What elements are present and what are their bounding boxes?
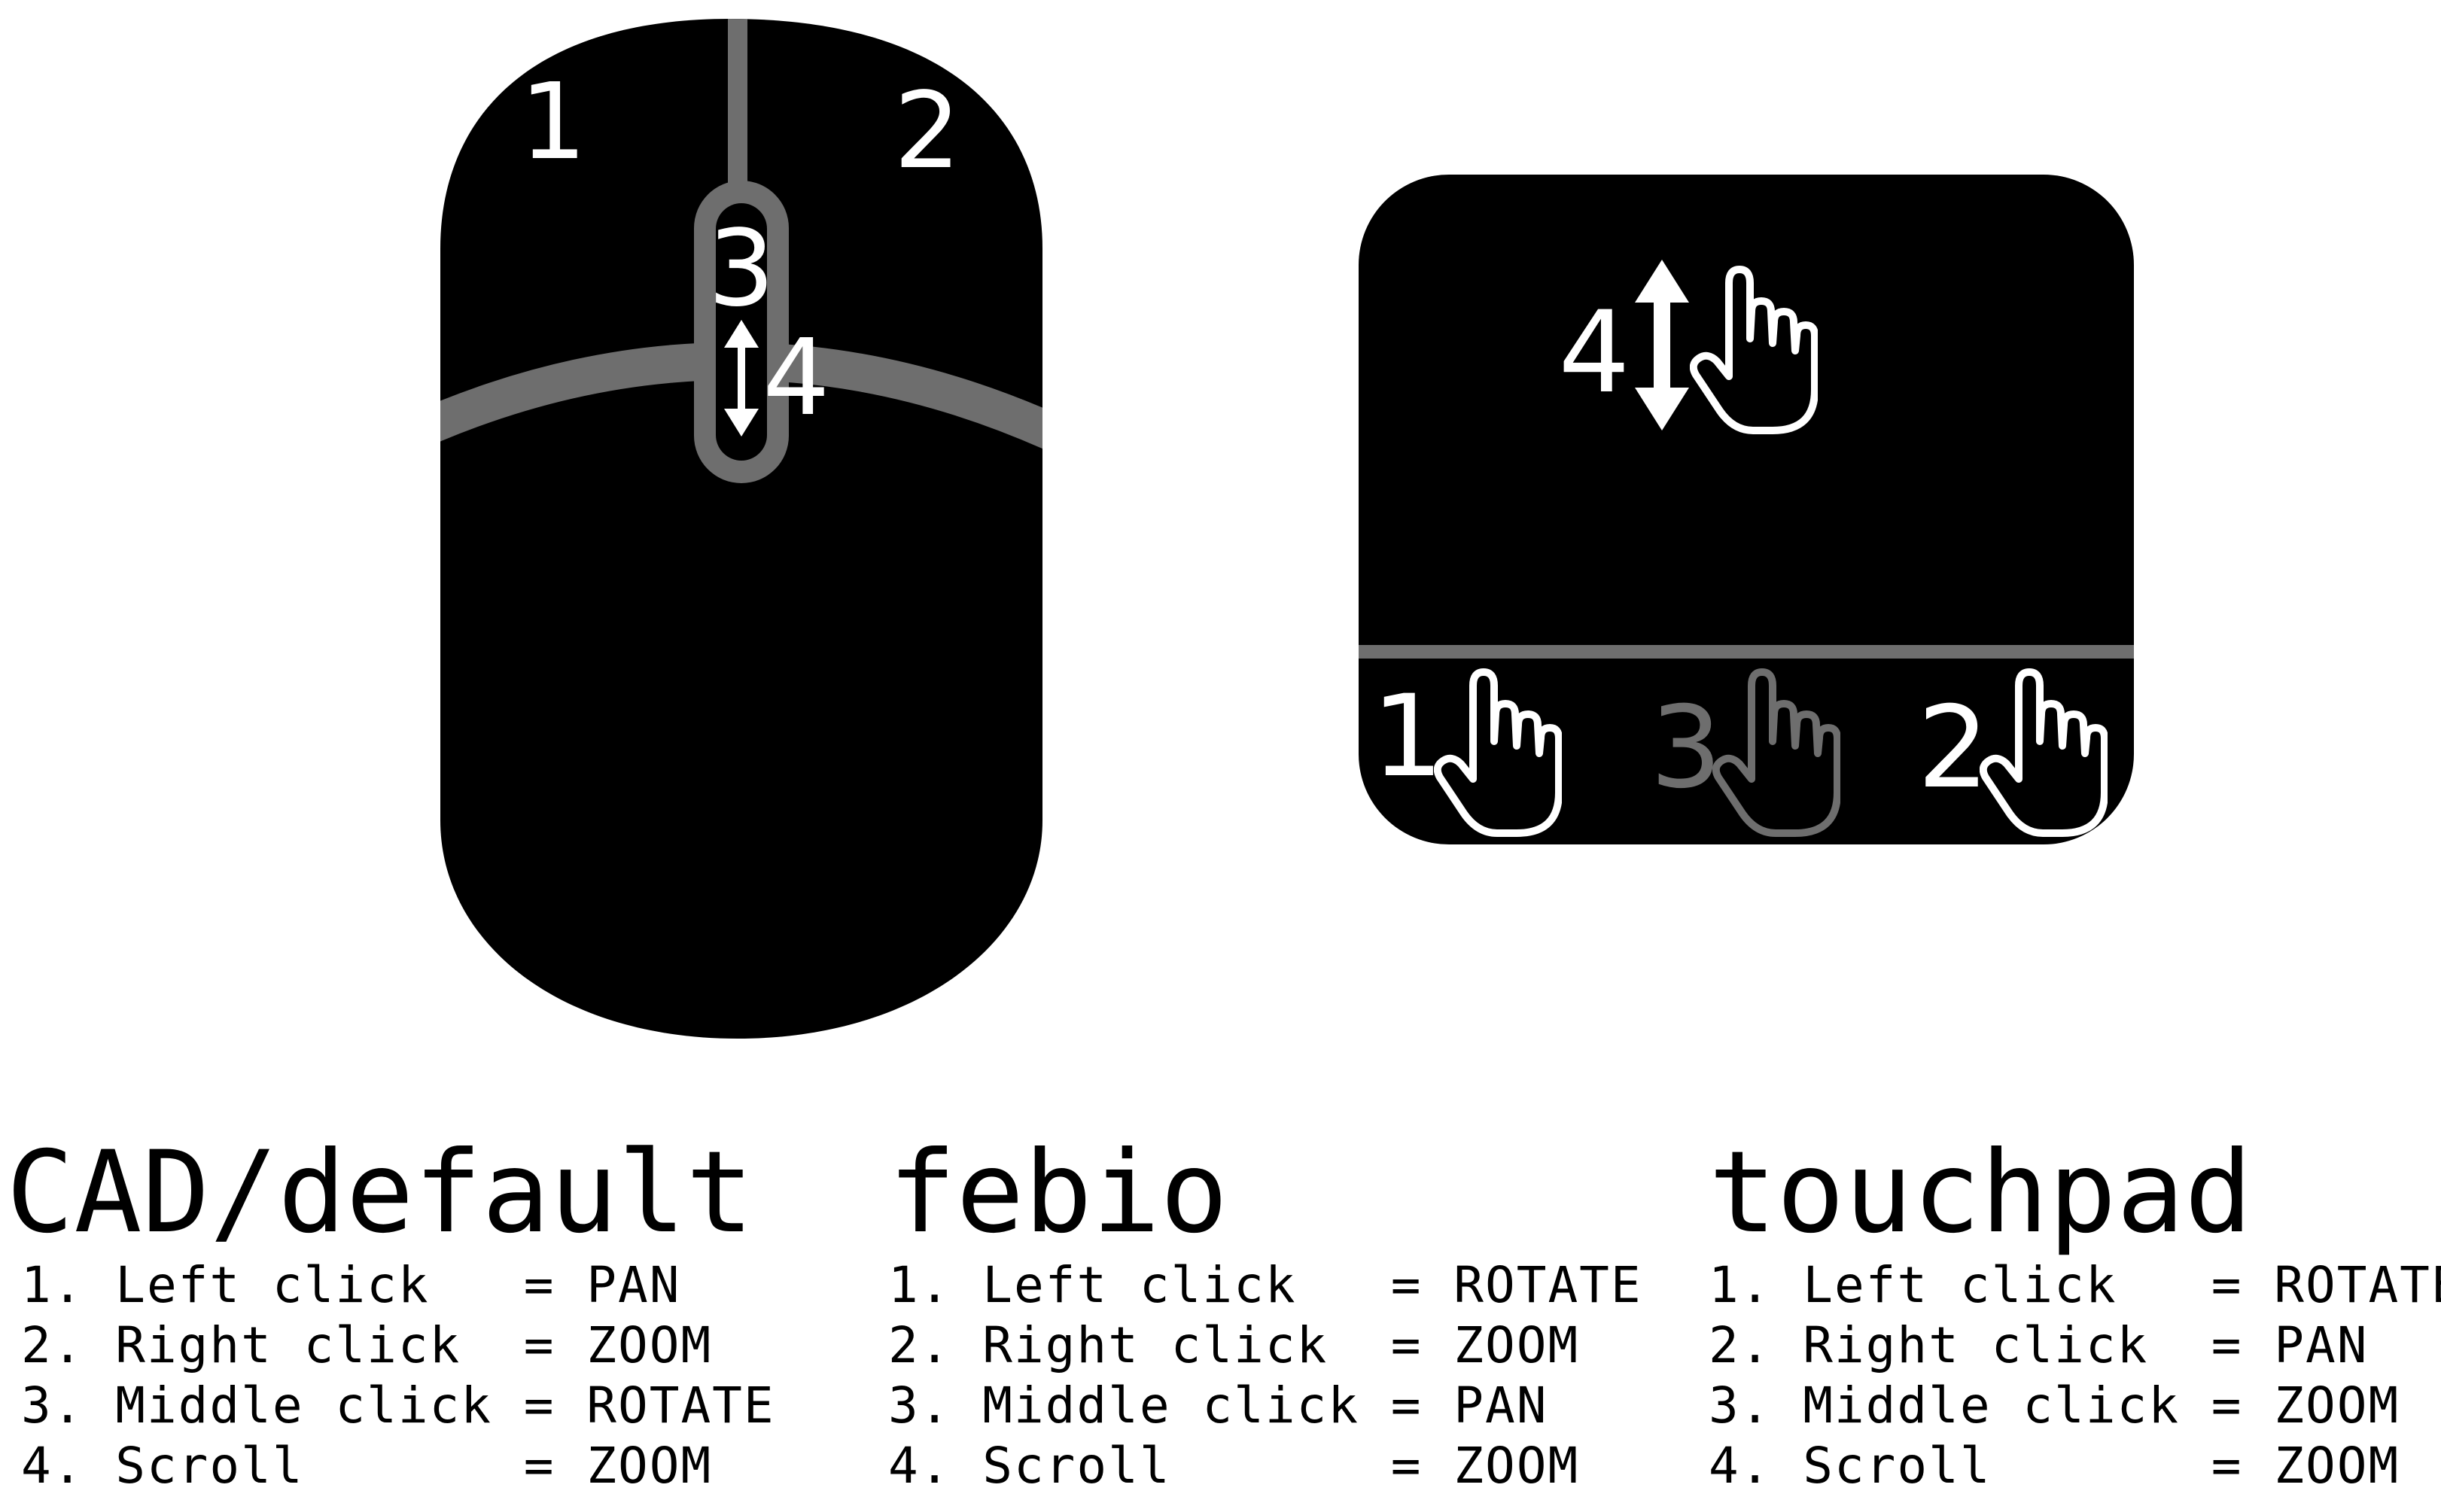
legend-line: 3. Middle click = ROTATE bbox=[21, 1377, 775, 1434]
legend-touchpad: touchpad 1. Left click = ROTATE 2. Right… bbox=[1709, 1136, 2441, 1496]
mouse-diagram: 1 2 3 4 bbox=[440, 19, 1042, 1039]
touchpad-label-scroll: 4 bbox=[1558, 287, 1630, 418]
touchpad-button-divider bbox=[1359, 645, 2134, 659]
legend-line: 4. Scroll = ZOOM bbox=[1709, 1437, 2400, 1495]
legend-line: 4. Scroll = ZOOM bbox=[888, 1437, 1580, 1495]
mouse-label-middle: 3 bbox=[708, 208, 775, 330]
legend-line: 1. Left click = ROTATE bbox=[1709, 1256, 2441, 1314]
legend-line: 3. Middle click = ZOOM bbox=[1709, 1377, 2400, 1434]
legend-line: 2. Right click = PAN bbox=[1709, 1316, 2369, 1374]
legend-title: febio bbox=[888, 1127, 1228, 1258]
input-devices-illustration: 1 2 3 4 4 1 3 2 bbox=[440, 19, 2134, 1039]
legend-line: 3. Middle click = PAN bbox=[888, 1377, 1548, 1434]
touchpad-label-left: 1 bbox=[1371, 671, 1443, 802]
legend-title: CAD/default bbox=[6, 1127, 754, 1258]
legend-line: 1. Left click = ROTATE bbox=[888, 1256, 1642, 1314]
mouse-label-left: 1 bbox=[519, 61, 586, 184]
touchpad-label-right: 2 bbox=[1917, 683, 1989, 814]
legend-cad-default: CAD/default 1. Left click = PAN 2. Right… bbox=[6, 1136, 775, 1496]
legend-line: 1. Left click = PAN bbox=[21, 1256, 681, 1314]
legend-febio: febio 1. Left click = ROTATE 2. Right cl… bbox=[888, 1136, 1642, 1496]
legend-title: touchpad bbox=[1709, 1127, 2253, 1258]
mouse-button-seam bbox=[728, 19, 747, 196]
touchpad-diagram: 4 1 3 2 bbox=[1359, 175, 2134, 844]
mouse-label-scroll: 4 bbox=[762, 317, 829, 440]
touchpad-label-middle: 3 bbox=[1650, 683, 1721, 814]
legend-line: 4. Scroll = ZOOM bbox=[21, 1437, 713, 1495]
legend-line: 2. Right click = ZOOM bbox=[888, 1316, 1580, 1374]
legend-line: 2. Right click = ZOOM bbox=[21, 1316, 713, 1374]
mouse-label-right: 2 bbox=[893, 70, 960, 193]
